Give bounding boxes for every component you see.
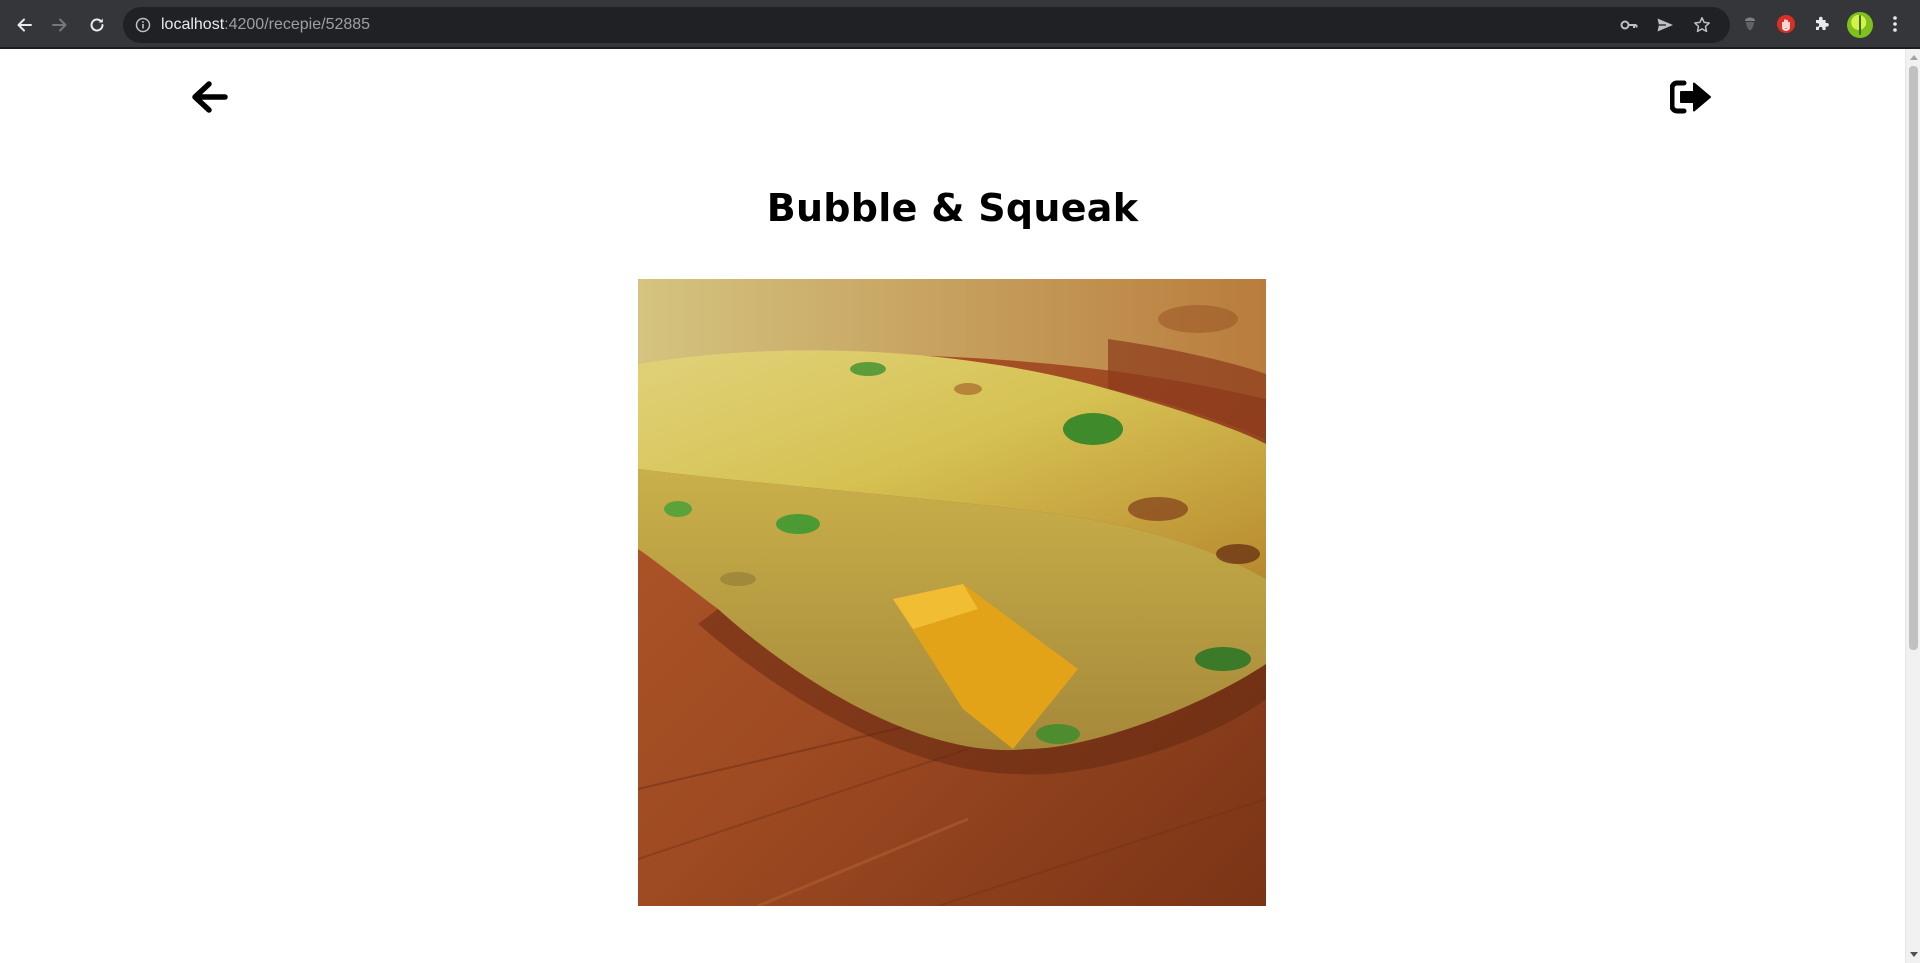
acorn-icon xyxy=(1745,17,1755,31)
kebab-menu-icon xyxy=(1893,16,1897,32)
puzzle-icon xyxy=(1816,16,1829,30)
url-host: localhost xyxy=(161,16,225,33)
back-button[interactable] xyxy=(188,76,230,118)
extensions-button[interactable] xyxy=(1812,14,1832,34)
forward-arrow-icon xyxy=(52,18,67,32)
avatar-icon[interactable] xyxy=(1847,12,1873,38)
send-icon[interactable] xyxy=(1656,16,1674,34)
url-text[interactable]: localhost:4200/recepie/52885 xyxy=(161,16,370,34)
page-scrollbar[interactable] xyxy=(1905,49,1920,963)
browser-forward-button[interactable] xyxy=(47,12,73,38)
extension-hand-button[interactable] xyxy=(1776,14,1796,34)
reload-icon xyxy=(90,18,104,32)
red-hand-icon xyxy=(1777,15,1795,33)
browser-menu-button[interactable] xyxy=(1885,14,1905,34)
arrow-left-icon xyxy=(192,81,228,113)
url-path: :4200/recepie/52885 xyxy=(224,16,371,33)
recipe-image xyxy=(638,279,1266,906)
logout-button[interactable] xyxy=(1668,76,1714,118)
sign-out-icon xyxy=(1670,80,1711,114)
browser-reload-button[interactable] xyxy=(84,12,110,38)
key-icon[interactable] xyxy=(1620,16,1638,34)
page-viewport: Bubble & Squeak xyxy=(0,49,1905,963)
address-bar[interactable]: localhost:4200/recepie/52885 xyxy=(123,7,1730,43)
star-icon[interactable] xyxy=(1693,16,1711,34)
extension-acorn-button[interactable] xyxy=(1740,14,1760,34)
back-arrow-icon xyxy=(17,18,32,32)
browser-back-button[interactable] xyxy=(11,12,37,38)
scrollbar-thumb[interactable] xyxy=(1909,66,1918,650)
scroll-up-icon[interactable] xyxy=(1910,55,1918,60)
recipe-photo xyxy=(638,279,1266,906)
info-circle-icon[interactable] xyxy=(134,16,152,34)
browser-toolbar: localhost:4200/recepie/52885 xyxy=(0,0,1920,49)
recipe-title: Bubble & Squeak xyxy=(766,186,1139,230)
scroll-down-icon[interactable] xyxy=(1910,952,1918,957)
